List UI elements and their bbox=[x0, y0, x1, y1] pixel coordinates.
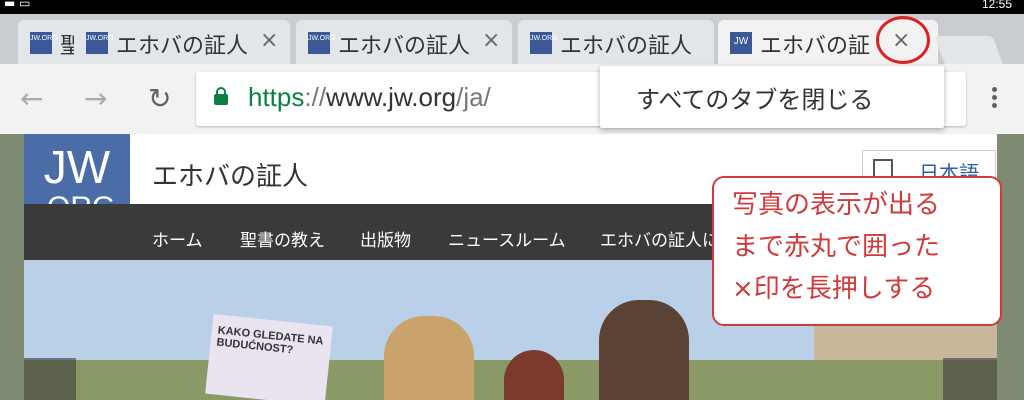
nav-item-publications[interactable]: 出版物 bbox=[360, 226, 411, 251]
tab-title: エホバの証 bbox=[760, 34, 871, 59]
new-tab-button[interactable] bbox=[934, 36, 1004, 66]
tab-title: エホバの証人 bbox=[116, 34, 249, 59]
context-menu: すべてのタブを閉じる bbox=[600, 66, 944, 128]
tab-strip: JW.ORG 聖 JW.ORG エホバの証人 × JW.ORG エホバの証人 ×… bbox=[0, 14, 1024, 66]
status-clock: 12:55 bbox=[981, 0, 1012, 11]
carousel-prev-button[interactable] bbox=[24, 358, 76, 400]
jw-favicon-icon: JW.ORG bbox=[30, 32, 58, 54]
overflow-menu-icon[interactable] bbox=[984, 84, 1004, 114]
nav-item-about[interactable]: エホバの証人に bbox=[600, 226, 719, 251]
nav-item-bible-teachings[interactable]: 聖書の教え bbox=[240, 226, 325, 251]
logo-line-1: JW bbox=[43, 141, 111, 193]
person-2 bbox=[504, 350, 564, 400]
tab-title: エホバの証人 bbox=[338, 34, 471, 59]
reload-icon[interactable]: ↻ bbox=[148, 82, 171, 115]
instruction-callout: 写真の表示が出る まで赤丸で囲った ×印を長押しする bbox=[712, 176, 1002, 326]
jw-favicon-icon: JW.ORG bbox=[308, 32, 336, 54]
callout-line-3: ×印を長押しする bbox=[732, 274, 936, 304]
tab-4[interactable]: JW.ORG エホバの証人 bbox=[518, 20, 714, 64]
tab-close-icon[interactable]: × bbox=[482, 28, 500, 53]
url-scheme: https bbox=[248, 82, 305, 112]
lock-icon bbox=[214, 87, 228, 105]
jw-favicon-icon: JW.ORG bbox=[86, 32, 114, 54]
jw-favicon-icon: JW bbox=[730, 32, 752, 54]
tab-close-icon[interactable]: × bbox=[260, 28, 278, 53]
back-arrow-icon[interactable]: ← bbox=[20, 82, 43, 115]
url-separator: :// bbox=[304, 82, 327, 112]
notification-icons: ▬ ▭ bbox=[4, 0, 31, 10]
site-title: エホバの証人 bbox=[152, 162, 309, 192]
url-host: www.jw.org bbox=[326, 82, 457, 112]
nav-item-home[interactable]: ホーム bbox=[152, 226, 203, 251]
url-path: /ja/ bbox=[456, 82, 491, 112]
jw-favicon-icon: JW.ORG bbox=[530, 32, 558, 54]
display-sign: KAKO GLEDATE NA BUDUĆNOST? bbox=[205, 313, 333, 400]
carousel-next-button[interactable] bbox=[943, 358, 997, 400]
close-all-tabs-menu-item[interactable]: すべてのタブを閉じる bbox=[636, 80, 873, 115]
person-3 bbox=[599, 300, 689, 400]
tab-2[interactable]: JW.ORG エホバの証人 × bbox=[74, 20, 290, 64]
forward-arrow-icon[interactable]: → bbox=[84, 82, 107, 115]
highlight-circle bbox=[876, 16, 930, 64]
tab-3[interactable]: JW.ORG エホバの証人 × bbox=[296, 20, 512, 64]
callout-line-1: 写真の表示が出る bbox=[732, 190, 941, 220]
callout-line-2: まで赤丸で囲った bbox=[732, 232, 941, 262]
person-1 bbox=[384, 316, 474, 400]
nav-item-newsroom[interactable]: ニュースルーム bbox=[448, 226, 566, 251]
status-bar: ▬ ▭ 12:55 bbox=[0, 0, 1024, 14]
url-text: https://www.jw.org/ja/ bbox=[248, 82, 491, 113]
tab-title: エホバの証人 bbox=[560, 34, 693, 59]
